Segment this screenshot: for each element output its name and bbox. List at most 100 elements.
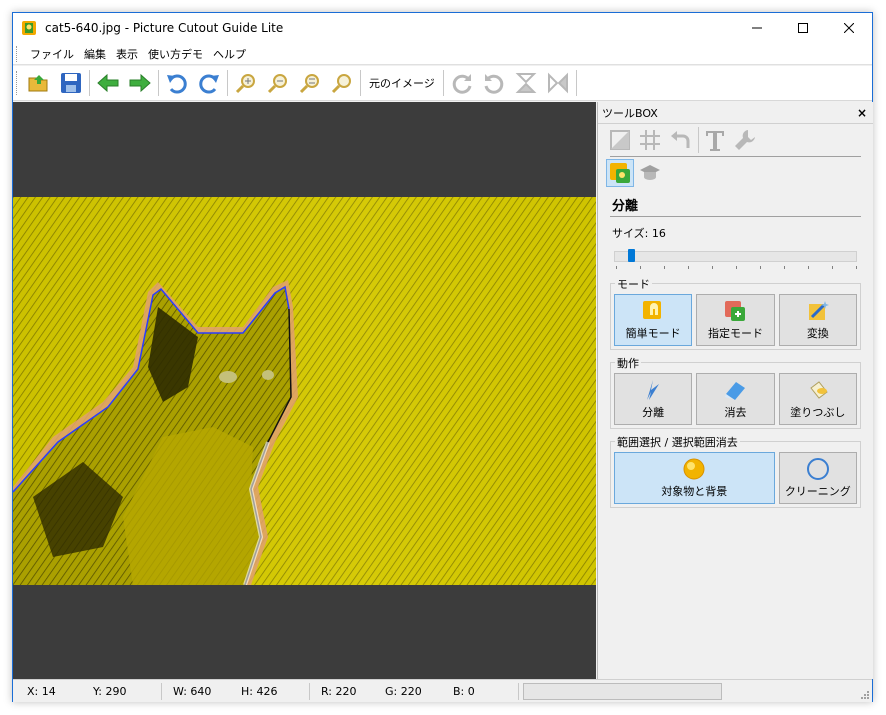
app-icon <box>22 21 36 35</box>
undo-icon <box>167 74 187 94</box>
save-button[interactable] <box>55 67 87 99</box>
rotate-left-button[interactable] <box>478 67 510 99</box>
cat-photo[interactable] <box>13 197 596 585</box>
size-label: サイズ: 16 <box>612 227 666 240</box>
tool-row-top <box>598 124 873 156</box>
cleaning-button[interactable]: クリーニング <box>778 452 857 504</box>
action-group-label: 動作 <box>615 355 641 371</box>
minimize-button[interactable] <box>734 13 780 43</box>
minimize-icon <box>752 27 762 29</box>
menu-edit[interactable]: 編集 <box>79 46 111 62</box>
cutout-icon <box>610 163 630 183</box>
convert-label: 変換 <box>806 327 829 340</box>
status-separator <box>309 683 310 700</box>
toolbar-separator <box>89 70 90 96</box>
original-image-button[interactable]: 元のイメージ <box>363 75 441 91</box>
separate-button[interactable]: 分離 <box>614 373 693 425</box>
rotate-left-icon <box>484 74 504 94</box>
toolbox-header: ツールBOX × <box>598 102 873 124</box>
resize-grip-icon[interactable] <box>860 690 870 700</box>
zoom-fit-button[interactable] <box>294 67 326 99</box>
back-button[interactable] <box>92 67 124 99</box>
toolbar-separator <box>158 70 159 96</box>
object-background-button[interactable]: 対象物と背景 <box>614 452 775 504</box>
range-group: 範囲選択 / 選択範囲消去 対象物と背景 クリーニング <box>610 434 861 508</box>
wrench-tool[interactable] <box>731 126 759 154</box>
specified-mode-button[interactable]: 指定モード <box>696 294 775 346</box>
fill-label: 塗りつぶし <box>790 406 846 419</box>
specified-mode-icon <box>725 301 746 321</box>
slider-tick <box>808 266 809 269</box>
return-arrow-icon <box>671 131 690 148</box>
menu-demo[interactable]: 使い方デモ <box>143 46 208 62</box>
cleaning-label: クリーニング <box>784 485 851 498</box>
main-toolbar: 元のイメージ <box>13 66 872 101</box>
title-bar: cat5-640.jpg - Picture Cutout Guide Lite <box>13 13 872 43</box>
status-height: H: 426 <box>241 685 278 698</box>
slider-ticks <box>614 266 857 270</box>
slider-tick <box>856 266 857 269</box>
status-blue: B: 0 <box>453 685 475 698</box>
menu-bar: ファイル 編集 表示 使い方デモ ヘルプ <box>13 43 872 65</box>
open-button[interactable] <box>23 67 55 99</box>
forward-button[interactable] <box>124 67 156 99</box>
cutout-tool[interactable] <box>606 159 634 187</box>
status-separator <box>518 683 519 700</box>
flip-horizontal-icon <box>547 72 568 94</box>
zoom-actual-button[interactable] <box>326 67 358 99</box>
separate-label: 分離 <box>642 406 665 419</box>
toolbox-close-button[interactable]: × <box>857 106 867 120</box>
specified-mode-label: 指定モード <box>707 327 763 340</box>
slider-tick <box>736 266 737 269</box>
status-progress-bar <box>523 683 722 700</box>
arrow-left-icon <box>97 73 119 93</box>
slider-thumb[interactable] <box>628 249 635 262</box>
save-icon <box>61 73 81 93</box>
window-title: cat5-640.jpg - Picture Cutout Guide Lite <box>45 21 284 35</box>
rotate-right-button[interactable] <box>446 67 478 99</box>
mode-group-label: モード <box>615 276 652 292</box>
slider-tick <box>616 266 617 269</box>
easy-mode-button[interactable]: 簡単モード <box>614 294 693 346</box>
text-tool[interactable] <box>701 126 729 154</box>
close-icon <box>844 23 854 33</box>
status-x: X: 14 <box>27 685 56 698</box>
menu-file[interactable]: ファイル <box>25 46 79 62</box>
size-slider[interactable] <box>614 247 857 271</box>
eraser-icon <box>725 382 746 400</box>
redo-icon <box>199 74 219 94</box>
wrench-icon <box>735 130 755 150</box>
zoom-in-button[interactable] <box>230 67 262 99</box>
text-icon <box>706 131 724 151</box>
slider-tick <box>784 266 785 269</box>
grid-icon <box>640 130 660 150</box>
tool-row-mode <box>598 157 873 189</box>
convert-button[interactable]: 変換 <box>778 294 857 346</box>
flip-vertical-button[interactable] <box>510 67 542 99</box>
maximize-button[interactable] <box>780 13 826 43</box>
toolbar-separator <box>360 70 361 96</box>
range-group-label: 範囲選択 / 選択範囲消去 <box>615 434 740 450</box>
zoom-out-button[interactable] <box>262 67 294 99</box>
guide-tool[interactable] <box>636 159 664 187</box>
return-tool[interactable] <box>666 126 694 154</box>
flip-horizontal-button[interactable] <box>542 67 574 99</box>
menu-help[interactable]: ヘルプ <box>208 46 251 62</box>
toolbar-separator <box>575 70 577 96</box>
undo-button[interactable] <box>161 67 193 99</box>
menu-view[interactable]: 表示 <box>111 46 143 62</box>
zoom-out-icon <box>267 74 287 94</box>
grid-tool[interactable] <box>636 126 664 154</box>
image-canvas[interactable] <box>13 102 596 679</box>
fill-button[interactable]: 塗りつぶし <box>778 373 857 425</box>
flip-vertical-icon <box>515 73 537 93</box>
close-button[interactable] <box>826 13 872 43</box>
redo-button[interactable] <box>193 67 225 99</box>
arrow-right-icon <box>129 73 151 93</box>
cleaning-circle-icon <box>806 458 829 480</box>
slider-tick <box>664 266 665 269</box>
erase-button[interactable]: 消去 <box>696 373 775 425</box>
crop-tool[interactable] <box>606 126 634 154</box>
app-window: cat5-640.jpg - Picture Cutout Guide Lite… <box>12 12 873 702</box>
object-background-label: 対象物と背景 <box>661 485 728 498</box>
